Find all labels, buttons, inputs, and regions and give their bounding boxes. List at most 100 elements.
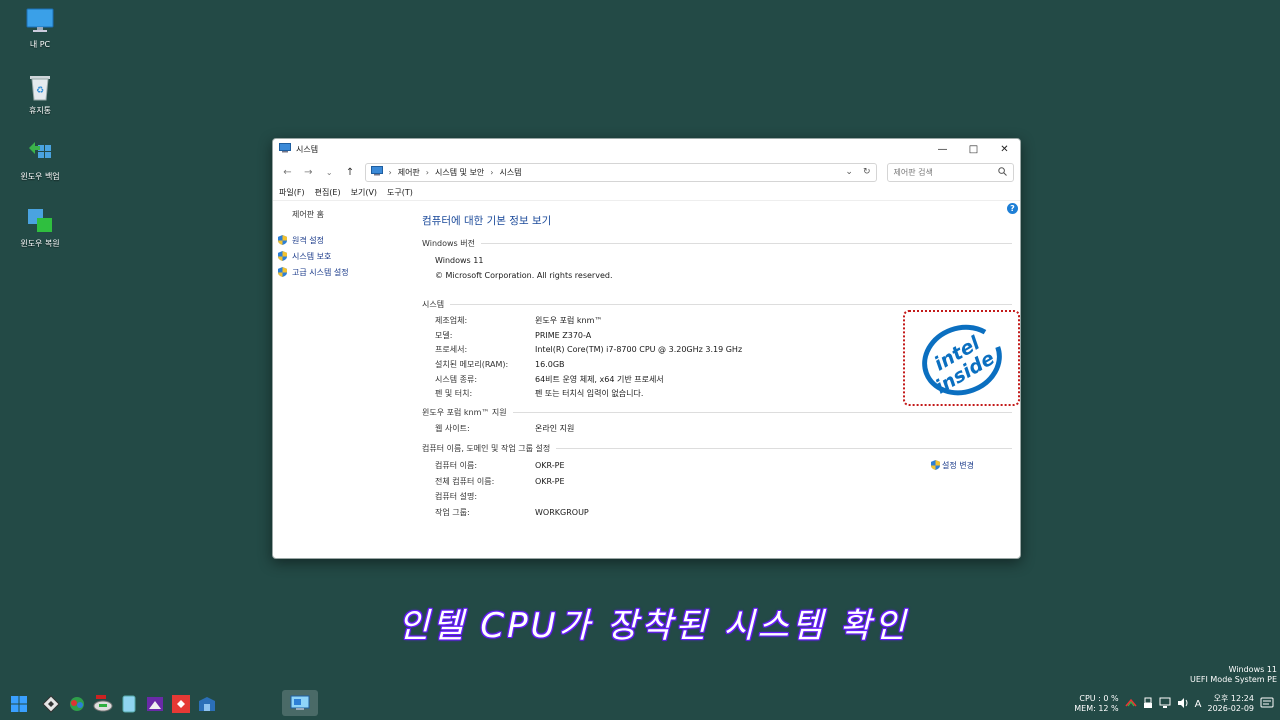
info-key: 웹 사이트: <box>435 423 470 433</box>
section-computer-name: 컴퓨터 이름, 도메인 및 작업 그룹 설정 <box>422 442 1012 456</box>
network-icon[interactable] <box>1159 697 1171 711</box>
info-key: 모델: <box>435 330 453 340</box>
mem-usage: MEM: 12 % <box>1074 704 1119 713</box>
taskbar: CPU : 0 % MEM: 12 % A 오후 12:24 2026-02-0… <box>0 688 1280 720</box>
desktop-icon-recycle-bin[interactable]: ♻ 휴지통 <box>14 72 66 116</box>
change-settings-button[interactable]: 설정 변경 <box>931 460 974 471</box>
desktop-icon-this-pc[interactable]: 내 PC <box>14 6 66 50</box>
up-arrow-icon[interactable]: ↑ <box>342 163 359 181</box>
address-bar[interactable]: › 제어판 › 시스템 및 보안 › 시스템 ⌄ ↻ <box>364 162 877 182</box>
windows-edition-name: Windows 11 <box>435 256 484 265</box>
chevron-up-icon[interactable] <box>1125 698 1137 710</box>
forward-arrow-icon[interactable]: → <box>300 163 317 181</box>
breadcrumb-system-security[interactable]: 시스템 및 보안 <box>435 167 484 178</box>
info-value: 펜 또는 터치식 입력이 없습니다. <box>535 389 644 399</box>
search-icon <box>998 166 1007 178</box>
breadcrumb-system[interactable]: 시스템 <box>499 167 521 178</box>
taskbar-sandbox-icon[interactable] <box>196 693 218 715</box>
section-support: 윈도우 포럼 knm™ 지원 <box>422 405 1012 419</box>
clock[interactable]: 오후 12:24 2026-02-09 <box>1208 694 1255 714</box>
navigation-bar: ← → ⌄ ↑ › 제어판 › 시스템 및 보안 › 시스템 ⌄ ↻ 제어판 검… <box>273 159 1020 185</box>
uac-shield-icon <box>278 235 287 245</box>
info-key: 제조업체: <box>435 315 468 325</box>
menu-tools[interactable]: 도구(T) <box>387 187 413 198</box>
info-value: 16.0GB <box>535 359 565 369</box>
breadcrumb-separator: › <box>388 167 392 177</box>
taskbar-drive-icon[interactable] <box>92 693 114 715</box>
taskbar-network-icon[interactable] <box>66 693 88 715</box>
section-heading: Windows 버전 <box>422 238 475 248</box>
start-icon[interactable] <box>8 693 30 715</box>
breadcrumb-separator: › <box>490 167 494 177</box>
system-window-icon <box>290 695 310 710</box>
usb-icon[interactable] <box>1143 697 1153 711</box>
taskbar-system-window-button[interactable] <box>282 690 318 716</box>
section-heading: 컴퓨터 이름, 도메인 및 작업 그룹 설정 <box>422 444 551 454</box>
close-button[interactable]: ✕ <box>989 139 1020 159</box>
info-key: 설치된 메모리(RAM): <box>435 359 509 369</box>
desktop-icon-restore[interactable]: 윈도우 복원 <box>14 205 66 249</box>
os-info: Windows 11 UEFI Mode System PE <box>1190 665 1277 685</box>
uac-shield-icon <box>931 460 941 471</box>
desktop-icon-label: 휴지통 <box>28 106 52 115</box>
info-value: OKR-PE <box>535 476 565 486</box>
taskbar-anydesk-icon[interactable] <box>170 693 192 715</box>
info-value: Intel(R) Core(TM) i7-8700 CPU @ 3.20GHz … <box>535 345 743 355</box>
taskbar-tool-icon[interactable] <box>40 693 62 715</box>
back-arrow-icon[interactable]: ← <box>279 163 296 181</box>
menu-view[interactable]: 보기(V) <box>351 187 377 198</box>
change-settings-label: 설정 변경 <box>942 460 974 470</box>
volume-icon[interactable] <box>1177 697 1189 711</box>
sidebar-item-remote-settings[interactable]: 원격 설정 <box>278 232 416 248</box>
title-bar[interactable]: 시스템 — □ ✕ <box>273 139 1020 159</box>
menu-bar: 파일(F) 편집(E) 보기(V) 도구(T) <box>273 185 1020 201</box>
info-row: 컴퓨터 이름: OKR-PE <box>422 458 1012 474</box>
uac-shield-icon <box>278 251 287 261</box>
info-key: 컴퓨터 이름: <box>435 461 478 471</box>
section-heading: 윈도우 포럼 knm™ 지원 <box>422 407 507 417</box>
breadcrumb-control-panel[interactable]: 제어판 <box>398 167 420 178</box>
intel-logo-icon: intel inside <box>921 324 1002 398</box>
taskbar-media-icon[interactable] <box>144 693 166 715</box>
online-support-link[interactable]: 온라인 지원 <box>535 423 574 434</box>
os-info-line2: UEFI Mode System PE <box>1189 675 1277 684</box>
menu-edit[interactable]: 편집(E) <box>315 187 341 198</box>
search-box[interactable]: 제어판 검색 <box>886 162 1014 182</box>
ime-indicator[interactable]: A <box>1195 699 1202 710</box>
maximize-button[interactable]: □ <box>958 139 989 159</box>
system-window-icon <box>279 143 291 155</box>
taskbar-file-icon[interactable] <box>118 693 140 715</box>
info-value: PRIME Z370-A <box>535 330 592 340</box>
system-tray: CPU : 0 % MEM: 12 % A 오후 12:24 2026-02-0… <box>1074 688 1280 720</box>
window-title: 시스템 <box>296 144 319 154</box>
monitor-icon <box>25 6 55 36</box>
help-icon[interactable]: ? <box>1007 203 1018 214</box>
cpu-usage: CPU : 0 % <box>1079 694 1119 703</box>
section-system: 시스템 <box>422 297 1012 311</box>
sidebar-home-link[interactable]: 제어판 홈 <box>278 209 416 220</box>
recent-chevron-icon[interactable]: ⌄ <box>321 163 338 181</box>
search-input[interactable]: 제어판 검색 <box>894 167 933 178</box>
info-value: 64비트 운영 체제, x64 기반 프로세서 <box>535 374 664 384</box>
backup-icon <box>25 138 55 168</box>
info-value: OKR-PE <box>535 461 565 471</box>
sidebar-item-system-protection[interactable]: 시스템 보호 <box>278 248 416 264</box>
perf-monitor: CPU : 0 % MEM: 12 % <box>1074 694 1118 714</box>
info-key: 전체 컴퓨터 이름: <box>435 476 495 486</box>
notification-icon[interactable] <box>1260 697 1274 711</box>
divider <box>450 303 1012 305</box>
info-key: 펜 및 터치: <box>435 389 473 399</box>
menu-file[interactable]: 파일(F) <box>279 187 305 198</box>
restore-icon <box>25 205 55 235</box>
desktop-icon-label: 윈도우 복원 <box>20 239 60 248</box>
sidebar-item-advanced-settings[interactable]: 고급 시스템 설정 <box>278 264 416 280</box>
refresh-icon[interactable]: ↻ <box>863 167 871 177</box>
minimize-button[interactable]: — <box>927 139 958 159</box>
windows-copyright: © Microsoft Corporation. All rights rese… <box>435 271 613 280</box>
desktop-icon-backup[interactable]: 윈도우 백업 <box>14 138 66 182</box>
address-dropdown-icon[interactable]: ⌄ <box>845 167 853 177</box>
info-value: WORKGROUP <box>535 507 589 517</box>
divider <box>480 242 1012 244</box>
divider <box>512 411 1012 413</box>
info-row: 웹 사이트: 온라인 지원 <box>422 421 1012 436</box>
